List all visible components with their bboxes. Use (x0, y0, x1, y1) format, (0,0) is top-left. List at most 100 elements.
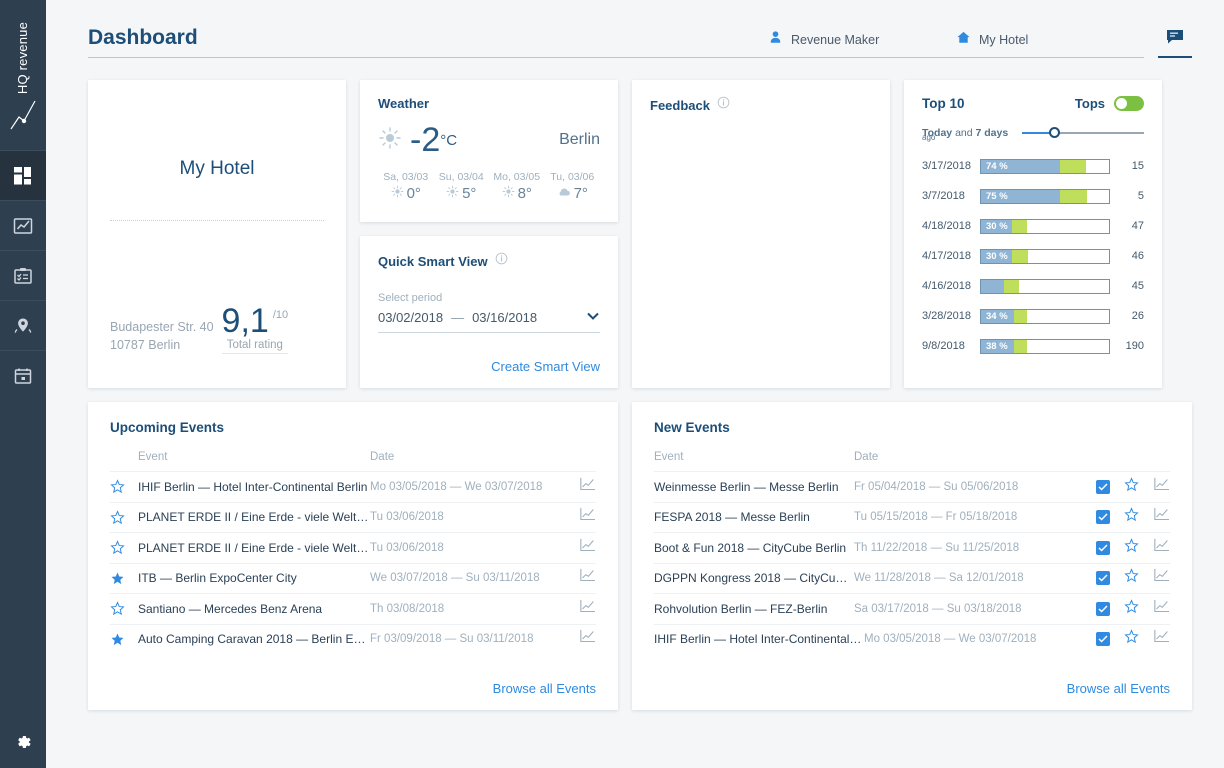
line-chart-icon[interactable] (1153, 629, 1170, 649)
table-row[interactable]: IHIF Berlin — Hotel Inter-Continental Be… (110, 471, 596, 502)
browse-all-events-link[interactable]: Browse all Events (654, 681, 1170, 696)
sidebar-item-market[interactable] (0, 300, 46, 350)
line-chart-icon[interactable] (579, 568, 596, 588)
line-chart-icon[interactable] (1153, 507, 1170, 527)
period-from: 03/02/2018 (378, 309, 444, 325)
table-row[interactable]: PLANET ERDE II / Eine Erde - viele Welte… (110, 501, 596, 533)
top10-row[interactable]: 4/16/2018 45 (922, 271, 1144, 301)
row-bar: 30 % (980, 248, 1110, 264)
period-to: 03/16/2018 (472, 309, 538, 325)
star-outline-icon[interactable] (1124, 538, 1139, 558)
sidebar-item-calendar[interactable] (0, 350, 46, 400)
star-filled-icon[interactable] (110, 632, 138, 647)
star-outline-icon[interactable] (110, 601, 138, 616)
star-outline-icon[interactable] (1124, 507, 1139, 527)
sidebar-item-dashboard[interactable] (0, 150, 46, 200)
sidebar-item-settings[interactable] (0, 720, 46, 768)
forecast-date: Tu, 03/06 (550, 171, 595, 183)
feedback-card: Feedback (632, 80, 890, 388)
forecast-day: Mo, 03/05 8° (489, 171, 545, 202)
line-chart-icon[interactable] (1153, 477, 1170, 497)
line-chart-icon[interactable] (579, 477, 596, 497)
star-outline-icon[interactable] (110, 540, 138, 555)
table-row[interactable]: DGPPN Kongress 2018 — CityCube Berlin We… (654, 562, 1170, 594)
table-row[interactable]: Santiano — Mercedes Benz Arena Th 03/08/… (110, 593, 596, 624)
row-actions (579, 599, 596, 619)
tops-toggle[interactable] (1114, 96, 1144, 111)
top10-title: Top 10 (922, 96, 965, 111)
table-row[interactable]: Boot & Fun 2018 — CityCube Berlin Th 11/… (654, 532, 1170, 563)
quick-smart-view-card: Quick Smart View Select period 03/02/201… (360, 236, 618, 388)
line-chart-icon[interactable] (1153, 568, 1170, 588)
line-chart-icon[interactable] (579, 629, 596, 649)
event-name: Weinmesse Berlin — Messe Berlin (654, 479, 839, 494)
table-row[interactable]: FESPA 2018 — Messe Berlin Tu 05/15/2018 … (654, 501, 1170, 533)
table-row[interactable]: Weinmesse Berlin — Messe Berlin Fr 05/04… (654, 471, 1170, 502)
sun-icon (378, 126, 402, 155)
property-selector[interactable]: My Hotel (956, 30, 1144, 58)
line-chart-icon[interactable] (579, 538, 596, 558)
sidebar-item-reports[interactable] (0, 250, 46, 300)
chat-button[interactable] (1158, 29, 1192, 58)
row-percent: 30 % (986, 220, 1008, 232)
info-icon[interactable] (717, 96, 730, 114)
forecast-day: Su, 03/04 5° (434, 171, 490, 202)
user-selector[interactable]: Revenue Maker (768, 30, 956, 58)
sidebar: HQ revenue (0, 0, 46, 768)
browse-all-events-link[interactable]: Browse all Events (110, 681, 596, 696)
star-outline-icon[interactable] (110, 479, 138, 494)
person-icon (768, 30, 783, 50)
star-outline-icon[interactable] (1124, 477, 1139, 497)
select-checkbox[interactable] (1096, 571, 1110, 586)
row-actions (1096, 507, 1170, 527)
row-bar (980, 278, 1110, 294)
table-row[interactable]: Auto Camping Caravan 2018 — Berlin ExpoC… (110, 623, 596, 655)
forecast-value: 7° (545, 185, 601, 202)
table-row[interactable]: ITB — Berlin ExpoCenter City We 03/07/20… (110, 562, 596, 594)
top10-row[interactable]: 3/28/2018 34 % 26 (922, 301, 1144, 331)
select-checkbox[interactable] (1096, 479, 1110, 494)
star-outline-icon[interactable] (1124, 599, 1139, 619)
logo-zigzag-icon (9, 97, 37, 136)
event-date: We 03/07/2018 — Su 03/11/2018 (370, 572, 540, 585)
rating-max: /10 (272, 308, 289, 321)
top10-row[interactable]: 4/17/2018 30 % 46 (922, 241, 1144, 271)
row-actions (1096, 599, 1170, 619)
star-outline-icon[interactable] (110, 510, 138, 525)
top10-row[interactable]: 3/7/2018 75 % 5 (922, 181, 1144, 211)
column-date: Date (370, 451, 395, 463)
row-actions (579, 568, 596, 588)
period-slider[interactable] (1022, 127, 1144, 139)
line-chart-icon[interactable] (1153, 599, 1170, 619)
select-checkbox[interactable] (1096, 510, 1110, 525)
period-separator: — (451, 309, 465, 325)
app-logo[interactable]: HQ revenue (0, 0, 46, 150)
sidebar-item-analytics[interactable] (0, 200, 46, 250)
table-row[interactable]: Rohvolution Berlin — FEZ-Berlin Sa 03/17… (654, 593, 1170, 624)
line-chart-icon[interactable] (579, 599, 596, 619)
select-checkbox[interactable] (1096, 540, 1110, 555)
table-row[interactable]: IHIF Berlin — Hotel Inter-Continental Be… (654, 623, 1170, 655)
top10-row[interactable]: 4/18/2018 30 % 47 (922, 211, 1144, 241)
select-checkbox[interactable] (1096, 601, 1110, 616)
logo-text: HQ revenue (15, 22, 30, 95)
create-smart-view-link[interactable]: Create Smart View (378, 359, 600, 374)
event-name: PLANET ERDE II / Eine Erde - viele Welte… (138, 540, 370, 555)
row-bar: 74 % (980, 158, 1110, 174)
info-icon[interactable] (495, 252, 508, 270)
period-picker[interactable]: 03/02/2018 — 03/16/2018 (378, 308, 600, 333)
table-row[interactable]: PLANET ERDE II / Eine Erde - viele Welte… (110, 532, 596, 563)
top10-row[interactable]: 9/8/2018 38 % 190 (922, 331, 1144, 361)
select-checkbox[interactable] (1096, 632, 1110, 647)
top10-row[interactable]: 3/17/2018 74 % 15 (922, 151, 1144, 181)
line-chart-icon[interactable] (1153, 538, 1170, 558)
star-filled-icon[interactable] (110, 571, 138, 586)
star-outline-icon[interactable] (1124, 568, 1139, 588)
event-date: Th 11/22/2018 — Su 11/25/2018 (854, 541, 1020, 554)
row-date: 4/16/2018 (922, 280, 971, 292)
line-chart-icon[interactable] (579, 507, 596, 527)
slider-handle[interactable] (1048, 127, 1060, 138)
star-outline-icon[interactable] (1124, 629, 1139, 649)
chart-icon (13, 216, 33, 236)
